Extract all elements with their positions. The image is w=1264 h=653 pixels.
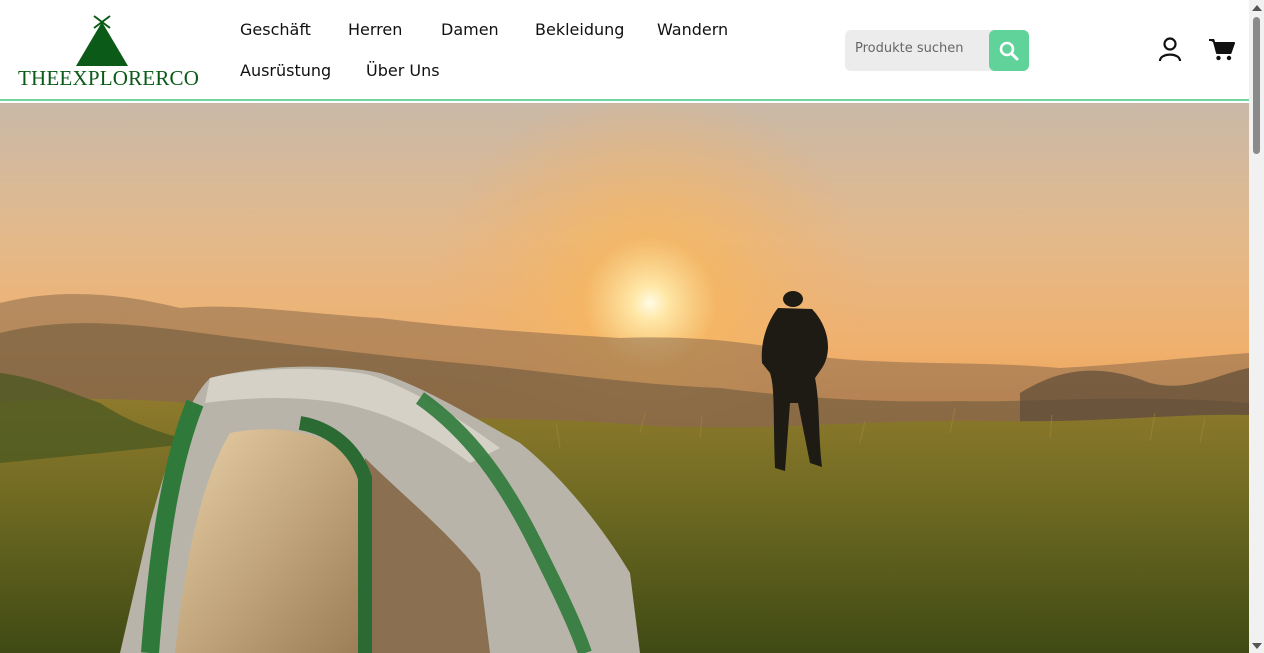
nav-item-ueber-uns[interactable]: Über Uns [366,61,440,80]
search-input[interactable] [855,41,988,56]
hero-photo [0,103,1249,653]
search-button[interactable] [989,30,1029,71]
nav-item-geschaeft[interactable]: Geschäft [240,20,311,39]
nav-item-herren[interactable]: Herren [348,20,402,39]
nav-item-damen[interactable]: Damen [441,20,499,39]
nav-item-wandern[interactable]: Wandern [657,20,728,39]
nav-item-bekleidung[interactable]: Bekleidung [535,20,624,39]
search-icon [999,41,1019,60]
brand-logo[interactable]: THEEXPLORERCO [18,14,199,90]
user-icon[interactable] [1158,37,1182,62]
scroll-down-icon[interactable] [1252,643,1262,649]
brand-name: THEEXPLORERCO [18,66,200,90]
hero-image [0,103,1249,653]
vertical-scrollbar[interactable] [1249,0,1264,653]
nav-item-ausruestung[interactable]: Ausrüstung [240,61,331,80]
search-bar [845,30,1029,71]
site-header: THEEXPLORERCO Geschäft Herren Damen Bekl… [0,0,1249,101]
scroll-up-icon[interactable] [1252,5,1262,11]
scroll-thumb[interactable] [1253,17,1260,154]
cart-icon[interactable] [1209,38,1235,62]
tent-logo-icon [76,15,128,66]
